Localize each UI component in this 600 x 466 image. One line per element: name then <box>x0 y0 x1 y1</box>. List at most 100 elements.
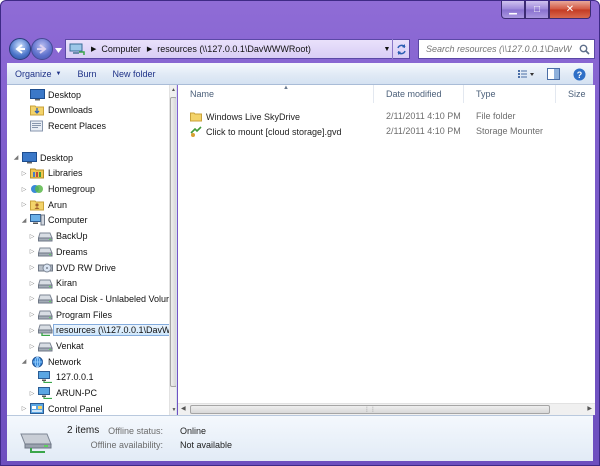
nav-item[interactable]: ▷ Kiran <box>27 276 77 291</box>
maximize-button[interactable]: □ <box>525 1 549 19</box>
minimize-button[interactable]: ▁ <box>501 1 525 19</box>
refresh-icon <box>397 43 406 55</box>
toolbar-right-group: ? <box>511 66 589 82</box>
nav-item[interactable]: ◢ Desktop <box>11 150 73 165</box>
forward-button[interactable] <box>31 38 53 60</box>
scroll-up-icon[interactable]: ▲ <box>170 85 176 95</box>
nav-item-label: Desktop <box>40 152 74 163</box>
collapsed-arrow-icon[interactable]: ▷ <box>27 264 37 271</box>
folder-icon <box>190 112 202 122</box>
nav-item[interactable]: ▷ BackUp <box>27 229 88 244</box>
address-bar[interactable]: ▶ Computer ▶ resources (\\127.0.0.1\DavW… <box>65 39 410 59</box>
address-row: ▶ Computer ▶ resources (\\127.0.0.1\DavW… <box>7 37 595 61</box>
nav-item[interactable]: ▷ Arun <box>19 197 67 212</box>
collapsed-arrow-icon[interactable]: ▷ <box>27 390 37 397</box>
collapsed-arrow-icon[interactable]: ▷ <box>19 170 29 177</box>
file-type: Storage Mounter <box>476 126 544 136</box>
network-drive-icon <box>69 43 85 55</box>
drive-icon <box>37 340 53 353</box>
column-header-type[interactable]: Type <box>464 85 556 103</box>
nav-item[interactable]: ▷ Homegroup <box>19 182 95 197</box>
scroll-left-icon[interactable]: ◀ <box>181 405 186 412</box>
collapsed-arrow-icon[interactable]: ▷ <box>19 201 29 208</box>
nav-item-label: Venkat <box>56 341 84 351</box>
details-pane: 2 items Offline status: Online Offline a… <box>7 415 593 461</box>
views-button[interactable] <box>517 66 537 82</box>
drive-icon <box>37 308 53 321</box>
nav-item[interactable]: ▷ ARUN-PC <box>27 386 97 401</box>
maximize-icon: □ <box>533 4 541 15</box>
column-header-size[interactable]: Size <box>556 85 595 103</box>
burn-button[interactable]: Burn <box>69 69 104 79</box>
file-date: 2/11/2011 4:10 PM <box>386 126 461 136</box>
collapsed-arrow-icon[interactable]: ▷ <box>19 186 29 193</box>
nav-item-label: Arun <box>48 199 68 210</box>
nav-vertical-scrollbar[interactable]: ▲ ▼ <box>169 85 176 415</box>
nav-item[interactable]: ▷ DVD RW Drive <box>27 260 116 275</box>
back-button[interactable] <box>9 38 31 60</box>
horizontal-scrollbar[interactable]: ◀ ⋮⋮ ▶ <box>178 403 595 415</box>
scroll-right-icon[interactable]: ▶ <box>587 405 592 412</box>
forward-arrow-icon <box>37 44 47 54</box>
preview-pane-button[interactable] <box>543 66 563 82</box>
computer-icon <box>29 214 45 227</box>
nav-item-label: Homegroup <box>48 184 96 194</box>
expanded-arrow-icon[interactable]: ◢ <box>11 154 21 161</box>
close-button[interactable]: ✕ <box>549 1 591 19</box>
nav-item[interactable]: ▷ Dreams <box>27 244 88 259</box>
file-row[interactable]: Click to mount [cloud storage].gvd 2/11/… <box>190 124 590 140</box>
nav-item[interactable]: ▷ Program Files <box>27 307 112 322</box>
collapsed-arrow-icon[interactable]: ▷ <box>27 280 37 287</box>
nav-item[interactable]: 127.0.0.1 <box>27 370 94 385</box>
organize-button[interactable]: Organize ▼ <box>7 69 69 79</box>
collapsed-arrow-icon[interactable]: ▷ <box>27 327 37 334</box>
search-input[interactable] <box>424 43 574 55</box>
file-row[interactable]: Windows Live SkyDrive 2/11/2011 4:10 PM … <box>190 109 590 125</box>
search-box[interactable] <box>418 39 595 59</box>
collapsed-arrow-icon[interactable]: ▷ <box>27 343 37 350</box>
nav-scroll-thumb[interactable] <box>170 97 176 387</box>
expanded-arrow-icon[interactable]: ◢ <box>19 358 29 365</box>
drive-icon <box>37 245 53 258</box>
caption-buttons: ▁ □ ✕ <box>501 1 591 19</box>
collapsed-arrow-icon[interactable]: ▷ <box>27 248 37 255</box>
nav-item-label: Local Disk - Unlabeled Volur <box>56 293 170 304</box>
breadcrumb-separator-icon: ▶ <box>146 46 153 53</box>
file-type: File folder <box>476 111 516 121</box>
breadcrumb-computer[interactable]: Computer <box>101 44 141 54</box>
new-folder-button[interactable]: New folder <box>105 69 164 79</box>
back-arrow-icon <box>15 44 25 54</box>
network-computer-icon <box>37 387 53 400</box>
collapsed-arrow-icon[interactable]: ▷ <box>27 311 37 318</box>
recent-pages-dropdown[interactable] <box>55 45 62 55</box>
network-drive-icon <box>37 324 53 337</box>
nav-item[interactable]: ▷ Venkat <box>27 339 84 354</box>
nav-item[interactable]: ▷ Local Disk - Unlabeled Volur <box>27 291 169 306</box>
column-header-date-modified[interactable]: Date modified <box>374 85 464 103</box>
nav-item[interactable]: ◢ Network <box>19 354 81 369</box>
nav-item-label: DVD RW Drive <box>56 262 116 273</box>
help-button[interactable]: ? <box>569 66 589 82</box>
nav-item[interactable]: Downloads <box>19 103 93 118</box>
nav-item[interactable]: ▷ Control Panel <box>19 401 103 415</box>
nav-item-label: Kiran <box>56 278 78 289</box>
column-header-name[interactable]: Name <box>178 85 374 103</box>
nav-item[interactable]: Desktop <box>19 87 81 102</box>
views-icon <box>518 70 534 78</box>
dvd-drive-icon <box>37 261 53 274</box>
collapsed-arrow-icon[interactable]: ▷ <box>27 295 37 302</box>
collapsed-arrow-icon[interactable]: ▷ <box>27 233 37 240</box>
organize-label: Organize <box>15 68 52 79</box>
offline-availability-label: Offline availability: <box>90 440 163 450</box>
refresh-button[interactable] <box>392 39 410 59</box>
nav-item[interactable]: Recent Places <box>19 118 106 133</box>
horizontal-scroll-thumb[interactable]: ⋮⋮ <box>190 405 550 414</box>
collapsed-arrow-icon[interactable]: ▷ <box>19 405 29 412</box>
scroll-down-icon[interactable]: ▼ <box>170 405 176 415</box>
expanded-arrow-icon[interactable]: ◢ <box>19 217 29 224</box>
breadcrumb-resources[interactable]: resources (\\127.0.0.1\DavWWWRoot) <box>157 44 311 54</box>
nav-item[interactable]: ◢ Computer <box>19 213 88 228</box>
nav-item[interactable]: ▷ resources (\\127.0.0.1\DavWW <box>27 323 176 338</box>
network-drive-icon <box>20 433 52 453</box>
nav-item[interactable]: ▷ Libraries <box>19 166 83 181</box>
